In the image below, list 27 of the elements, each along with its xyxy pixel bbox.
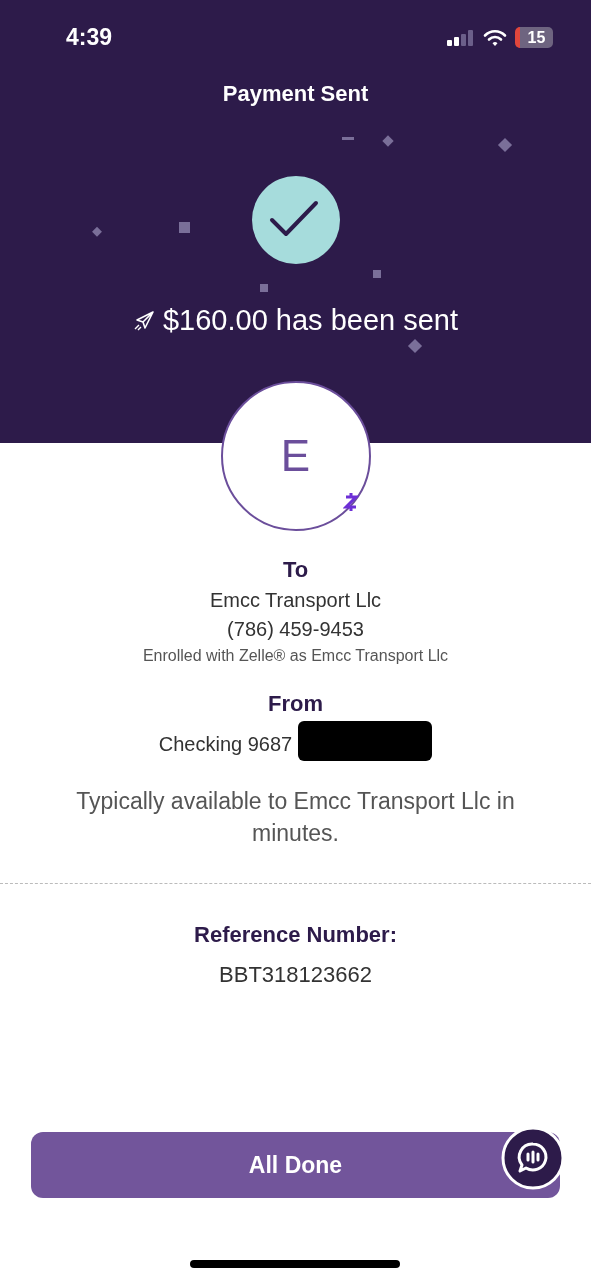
confetti-piece <box>260 284 268 292</box>
confetti-piece <box>382 135 394 147</box>
confetti-piece <box>342 137 354 140</box>
recipient-name: Emcc Transport Llc <box>209 589 382 612</box>
reference-number: BBT318123662 <box>219 962 372 988</box>
paper-plane-icon <box>132 309 155 332</box>
confetti-piece <box>373 270 381 278</box>
avatar-initial: E <box>280 431 311 481</box>
confetti-piece <box>179 222 190 233</box>
battery-percent: 15 <box>527 28 546 47</box>
screen-title: Payment Sent <box>222 81 369 107</box>
recipient-phone: (786) 459-9453 <box>227 618 364 641</box>
checkmark-icon <box>251 176 340 264</box>
done-button[interactable]: All Done <box>31 1132 560 1198</box>
status-time: 4:39 <box>66 24 113 51</box>
enrollment-note: Enrolled with Zelle® as Emcc Transport Llc <box>142 647 449 665</box>
account-name: Checking 9687 <box>158 732 293 756</box>
from-label: From <box>268 691 323 717</box>
availability-note: Typically available to Emcc Transport Llc in minutes. <box>75 787 516 848</box>
zelle-icon <box>342 491 359 513</box>
signal-icon <box>447 29 475 46</box>
to-label: To <box>282 557 309 583</box>
reference-label: Reference Number: <box>194 922 397 948</box>
chat-icon[interactable] <box>501 1126 565 1190</box>
sent-message: $160.00 has been sent <box>162 304 459 337</box>
wifi-icon <box>483 28 507 47</box>
confetti-piece <box>92 226 102 237</box>
